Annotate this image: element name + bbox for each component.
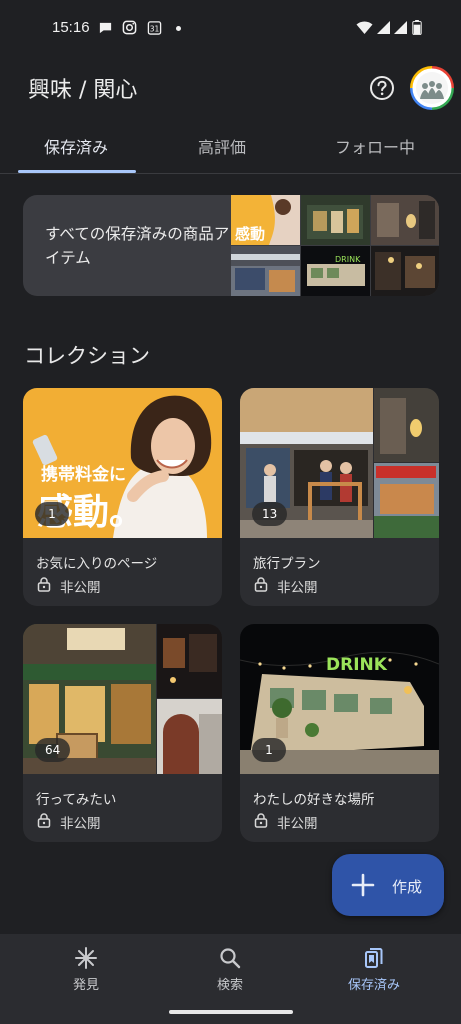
collection-card[interactable]: 64 行ってみたい 非公開 (23, 624, 222, 842)
collection-title: わたしの好きな場所 (253, 792, 375, 808)
drink-sign-text: DRINK (326, 655, 388, 675)
tab-liked[interactable]: 高評価 (198, 134, 246, 158)
calendar-icon: 31 (147, 21, 162, 35)
battery-icon (412, 20, 422, 35)
thumbnail-image (231, 246, 300, 296)
status-bar: 15:16 31 (0, 0, 461, 56)
privacy-label: 非公開 (60, 580, 101, 596)
thumbnail-image (301, 195, 370, 245)
nav-discover[interactable]: 発見 (26, 934, 146, 1004)
lock-icon (254, 577, 268, 592)
notification-dot (176, 26, 181, 31)
nav-search[interactable]: 検索 (170, 934, 290, 1004)
profile-avatar-icon (410, 66, 454, 110)
signal-icon (377, 21, 390, 34)
nav-saved-label: 保存済み (347, 978, 400, 993)
status-time: 15:16 (52, 19, 90, 36)
item-count-badge: 13 (252, 502, 288, 526)
lock-icon (37, 577, 51, 592)
collection-card[interactable]: 13 旅行プラン 非公開 (240, 388, 439, 606)
item-count-badge: 1 (35, 502, 69, 526)
tab-bar: 保存済み 高評価 フォロー中 (0, 118, 461, 174)
wifi-icon (356, 21, 373, 34)
privacy-label: 非公開 (277, 816, 318, 832)
collection-card[interactable]: 携帯料金に 感動。 1 お気に入りのページ 非公開 (23, 388, 222, 606)
collection-title: 行ってみたい (36, 792, 117, 808)
search-icon (220, 948, 241, 969)
plus-icon (351, 873, 375, 897)
all-saved-thumbnails: 感動 DRINK (231, 195, 439, 296)
svg-text:DRINK: DRINK (335, 255, 361, 264)
item-count-badge: 1 (252, 738, 286, 762)
nav-saved[interactable]: 保存済み (314, 934, 434, 1004)
create-button-label: 作成 (392, 878, 423, 896)
all-saved-items-label: すべての保存済みの商品アイテム (45, 225, 230, 267)
sparkle-icon (75, 947, 97, 969)
lock-icon (37, 813, 51, 828)
svg-text:携帯料金に: 携帯料金に (41, 464, 126, 485)
collections-heading: コレクション (24, 344, 150, 368)
nav-discover-label: 発見 (72, 978, 99, 993)
tab-saved[interactable]: 保存済み (44, 134, 108, 158)
instagram-icon (122, 20, 137, 35)
home-indicator[interactable] (169, 1010, 293, 1014)
privacy-label: 非公開 (277, 580, 318, 596)
nav-search-label: 検索 (216, 978, 243, 993)
page-title: 興味 / 関心 (28, 78, 138, 103)
collection-card[interactable]: DRINK 1 わたしの好きな場所 非公開 (240, 624, 439, 842)
tab-following[interactable]: フォロー中 (335, 134, 415, 158)
all-saved-items-card[interactable]: すべての保存済みの商品アイテム 感動 DRINK (23, 195, 439, 296)
create-button[interactable]: 作成 (332, 854, 444, 916)
item-count-badge: 64 (35, 738, 71, 762)
collection-title: 旅行プラン (253, 556, 321, 572)
chat-bubble-icon (99, 22, 112, 34)
thumbnail-image (371, 195, 439, 245)
thumbnail-image (371, 246, 439, 296)
help-icon[interactable] (368, 74, 396, 102)
tab-indicator (18, 170, 136, 173)
calendar-day: 31 (150, 25, 160, 34)
privacy-label: 非公開 (60, 816, 101, 832)
signal-icon-2 (394, 21, 407, 34)
collection-title: お気に入りのページ (36, 556, 158, 572)
thumbnail-image: 感動 (231, 195, 300, 245)
svg-text:感動: 感動 (235, 225, 265, 243)
avatar[interactable] (410, 66, 454, 110)
lock-icon (254, 813, 268, 828)
thumbnail-image: DRINK (301, 246, 370, 296)
saved-collections-icon (365, 948, 383, 968)
